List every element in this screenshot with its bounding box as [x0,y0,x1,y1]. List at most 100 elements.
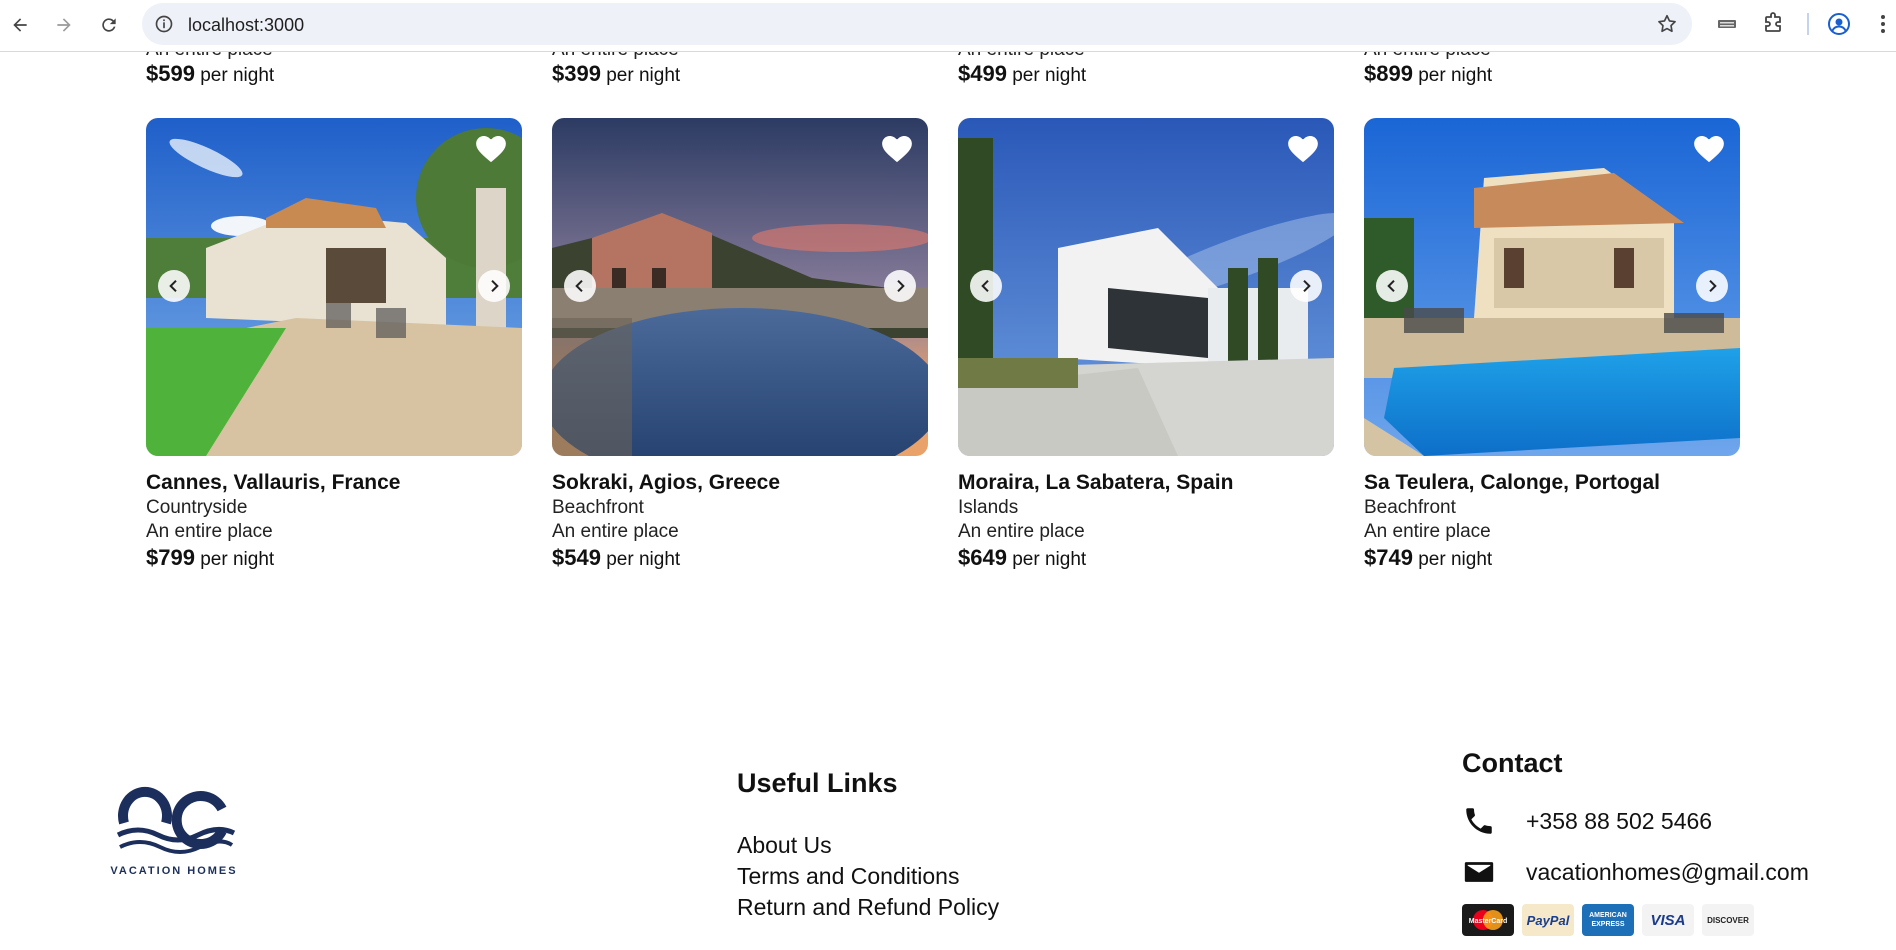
link-return-refund-policy[interactable]: Return and Refund Policy [737,892,999,923]
mastercard-label: MasterCard [1469,918,1508,925]
mastercard-logo-icon: MasterCard [1469,910,1508,930]
listing-photo[interactable] [1364,118,1740,456]
listing-price: $649 per night [958,545,1334,573]
price-amount: $499 [958,61,1007,86]
favorite-heart-icon[interactable] [880,132,914,164]
toolbar-separator [1807,13,1809,35]
forward-arrow-icon [57,18,71,32]
photo-next-button[interactable] [1290,270,1322,302]
listing-category: Countryside [146,497,248,518]
price-unit: per night [200,549,275,570]
photo-next-button[interactable] [478,270,510,302]
email-address[interactable]: vacationhomes@gmail.com [1526,859,1809,886]
price-unit: per night [606,549,681,570]
contact-email[interactable]: vacationhomes@gmail.com [1462,855,1809,889]
discover-icon: DISCOVER [1702,904,1754,936]
listing-price: $749 per night [1364,545,1740,573]
price-amount: $599 [146,61,195,86]
listing-price: $399 per night [552,61,932,89]
villa-countryside-photo [146,118,522,456]
phone-icon [1466,808,1492,834]
menu-kebab-icon[interactable] [1871,12,1895,36]
listing-title[interactable]: Moraira, La Sabatera, Spain [958,470,1334,496]
profile-avatar-icon[interactable] [1827,12,1851,36]
address-bar[interactable]: localhost:3000 [142,3,1692,45]
price-amount: $549 [552,545,601,570]
extension-icon[interactable] [1715,12,1739,36]
chevron-right-icon [491,279,499,293]
price-unit: per night [1012,549,1087,570]
villa-pool-photo [1364,118,1740,456]
modern-villa-photo [958,118,1334,456]
listing-card[interactable]: Moraira, La Sabatera, Spain Islands An e… [958,118,1334,573]
chevron-right-icon [897,279,905,293]
listing-card[interactable]: Sokraki, Agios, Greece Beachfront An ent… [552,118,928,573]
link-terms-and-conditions[interactable]: Terms and Conditions [737,861,999,892]
site-info-icon[interactable] [154,14,174,34]
bookmark-star-icon[interactable] [1656,13,1678,35]
listing-price: $899 per night [1364,61,1744,89]
reload-icon [102,18,116,32]
photo-next-button[interactable] [884,270,916,302]
listing-category: Beachfront [1364,497,1456,518]
favorite-heart-icon[interactable] [474,132,508,164]
payment-methods: MasterCard PayPal AMERICAN EXPRESS VISA … [1462,904,1754,936]
listing-card-partial[interactable]: An entire place $499 per night [958,52,1338,89]
listing-card[interactable]: Cannes, Vallauris, France Countryside An… [146,118,522,573]
photo-prev-button[interactable] [564,270,596,302]
price-amount: $749 [1364,545,1413,570]
listing-title[interactable]: Sa Teulera, Calonge, Portogal [1364,470,1740,496]
listing-title[interactable]: Sokraki, Agios, Greece [552,470,928,496]
chevron-left-icon [169,279,177,293]
price-unit: per night [606,65,681,86]
brand-logo[interactable]: VACATION HOMES [104,785,244,885]
mastercard-icon: MasterCard [1462,904,1514,936]
price-amount: $649 [958,545,1007,570]
back-button[interactable] [5,10,35,40]
contact-phone[interactable]: +358 88 502 5466 [1462,804,1712,838]
link-about-us[interactable]: About Us [737,830,999,861]
listing-type: An entire place [1364,521,1491,542]
chevron-left-icon [575,279,583,293]
photo-prev-button[interactable] [158,270,190,302]
american-express-icon: AMERICAN EXPRESS [1582,904,1634,936]
villa-infinity-pool-photo [552,118,928,456]
price-amount: $799 [146,545,195,570]
listing-card-partial[interactable]: An entire place $399 per night [552,52,932,89]
back-arrow-icon [13,18,27,32]
listing-price: $499 per night [958,61,1338,89]
listing-photo[interactable] [146,118,522,456]
browser-toolbar: localhost:3000 [0,0,1896,52]
reload-button[interactable] [94,10,124,40]
extensions-puzzle-icon[interactable] [1761,12,1785,36]
favorite-heart-icon[interactable] [1286,132,1320,164]
listing-title[interactable]: Cannes, Vallauris, France [146,470,522,496]
chevron-left-icon [981,279,989,293]
listing-type: An entire place [1364,52,1744,61]
listing-card-partial[interactable]: An entire place $899 per night [1364,52,1744,89]
useful-links-heading: Useful Links [737,768,898,798]
price-unit: per night [1418,549,1493,570]
chevron-right-icon [1709,279,1717,293]
photo-prev-button[interactable] [970,270,1002,302]
url-text[interactable]: localhost:3000 [188,15,304,36]
price-amount: $899 [1364,61,1413,86]
contact-heading: Contact [1462,748,1563,778]
logo-text: VACATION HOMES [110,865,238,877]
favorite-heart-icon[interactable] [1692,132,1726,164]
listing-photo[interactable] [552,118,928,456]
visa-icon: VISA [1642,904,1694,936]
listing-card-partial[interactable]: An entire place $599 per night [146,52,526,89]
listing-type: An entire place [958,521,1085,542]
email-envelope-icon [1464,862,1494,882]
forward-button[interactable] [49,10,79,40]
page-viewport: An entire place $599 per night An entire… [0,52,1896,950]
photo-next-button[interactable] [1696,270,1728,302]
price-unit: per night [1012,65,1087,86]
chevron-left-icon [1387,279,1395,293]
listing-price: $599 per night [146,61,526,89]
listing-photo[interactable] [958,118,1334,456]
listing-card[interactable]: Sa Teulera, Calonge, Portogal Beachfront… [1364,118,1740,573]
photo-prev-button[interactable] [1376,270,1408,302]
phone-number[interactable]: +358 88 502 5466 [1526,808,1712,835]
